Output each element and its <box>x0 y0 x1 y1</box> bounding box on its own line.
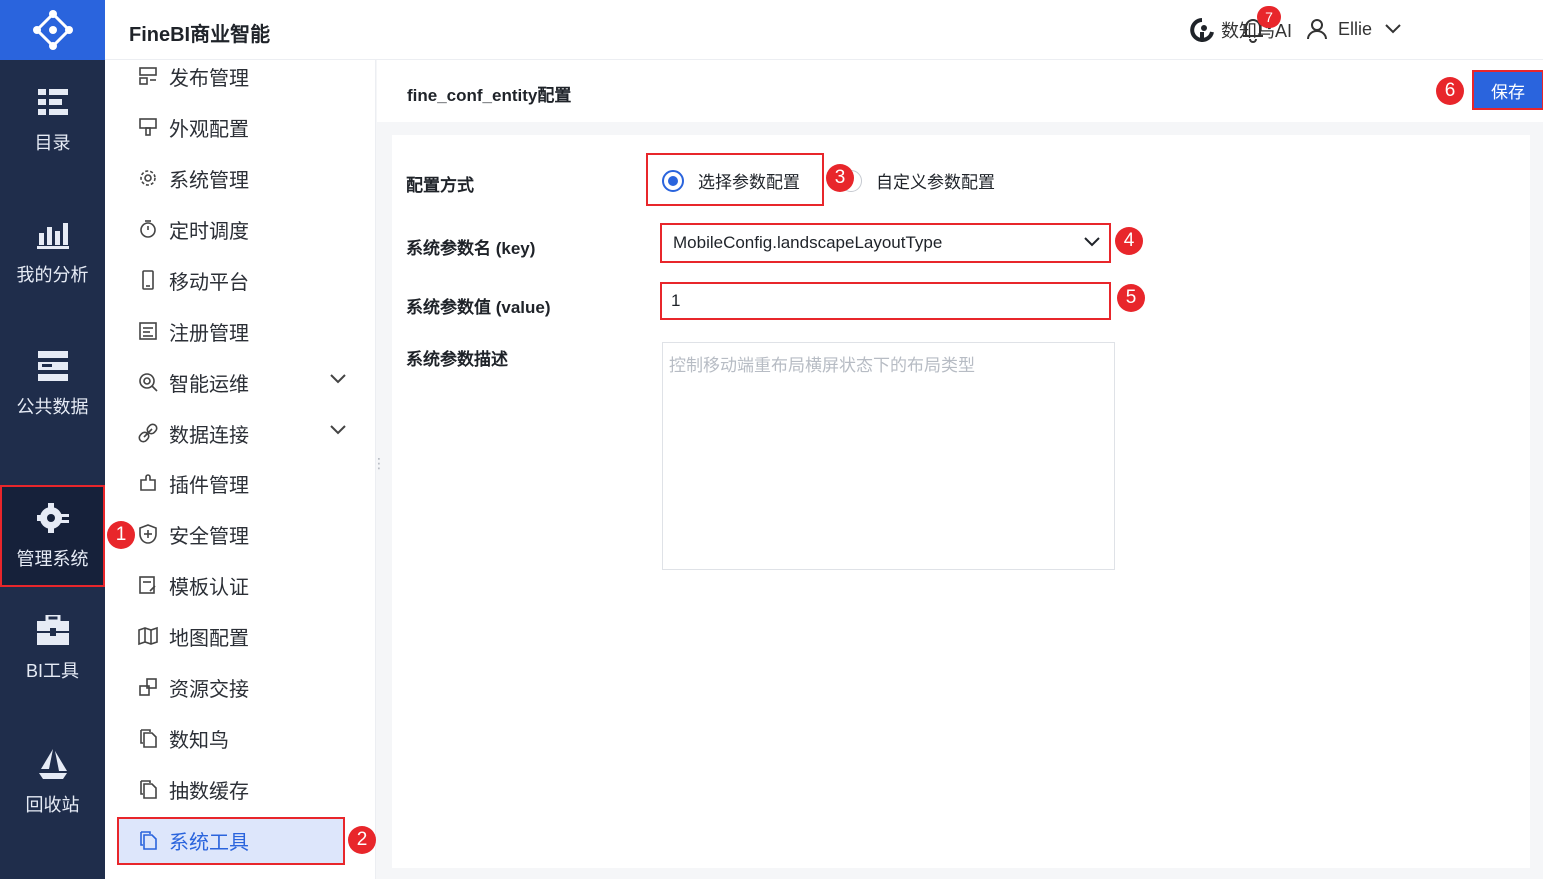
rail-item-catalog[interactable]: 目录 <box>0 70 105 170</box>
annotation-marker: 4 <box>1115 227 1143 255</box>
chevron-down-icon <box>1385 24 1401 34</box>
param-description-textarea[interactable] <box>662 342 1115 570</box>
notification-badge: 7 <box>1257 6 1281 28</box>
rail-item-label: 回收站 <box>25 795 80 815</box>
toolbox-icon <box>36 613 70 647</box>
rail-item-label: 我的分析 <box>16 265 89 285</box>
logo-icon <box>32 10 73 50</box>
copy-icon <box>137 778 159 800</box>
nav-item-resource-transfer[interactable]: 资源交接 <box>137 669 347 705</box>
param-key-select[interactable]: MobileConfig.landscapeLayoutType <box>660 223 1111 263</box>
rail-item-bi-tools[interactable]: BI工具 <box>0 598 105 698</box>
chart-icon <box>36 217 70 251</box>
radio-select-param[interactable]: 选择参数配置 <box>662 168 800 193</box>
link-icon <box>137 422 159 444</box>
plugin-icon <box>137 472 159 494</box>
publish-icon <box>137 65 159 87</box>
user-menu[interactable]: Ellie <box>1306 18 1412 40</box>
palette-icon <box>137 116 159 138</box>
chevron-down-icon[interactable] <box>329 373 347 385</box>
map-icon <box>137 625 159 647</box>
rail-item-public-data[interactable]: 公共数据 <box>0 334 105 434</box>
annotation-marker: 6 <box>1436 77 1464 105</box>
copy-icon <box>137 727 159 749</box>
nav-item-appearance[interactable]: 外观配置 <box>137 109 347 145</box>
nav-item-plugins[interactable]: 插件管理 <box>137 465 347 501</box>
ai-bird-icon <box>1190 18 1214 42</box>
chevron-down-icon <box>1084 237 1100 247</box>
nav-item-register[interactable]: 注册管理 <box>137 313 347 349</box>
nav-item-extract-cache[interactable]: 抽数缓存 <box>137 771 347 807</box>
rail-item-label: BI工具 <box>25 661 79 681</box>
content-header: fine_conf_entity配置 保存 <box>377 60 1543 122</box>
gear-icon <box>137 167 159 189</box>
rail-item-management[interactable]: 管理系统 <box>0 485 105 587</box>
param-value-input[interactable] <box>660 282 1111 320</box>
app-logo[interactable] <box>0 0 105 60</box>
nav-item-system[interactable]: 系统管理 <box>137 160 347 196</box>
maintenance-icon <box>137 371 159 393</box>
nav-item-map[interactable]: 地图配置 <box>137 618 347 654</box>
nav-item-shuzhiniao[interactable]: 数知鸟 <box>137 720 347 756</box>
secondary-nav: 发布管理 外观配置 系统管理 定时调度 移动平台 注册管理 智能运维 数据连接 … <box>105 60 376 879</box>
user-name: Ellie <box>1338 18 1373 39</box>
database-icon <box>36 349 70 383</box>
rail-item-my-analysis[interactable]: 我的分析 <box>0 202 105 302</box>
timer-icon <box>137 218 159 240</box>
chevron-down-icon[interactable] <box>329 424 347 436</box>
rail-item-label: 管理系统 <box>16 549 89 569</box>
mode-label: 配置方式 <box>406 176 474 195</box>
rail-item-recycle-bin[interactable]: 回收站 <box>0 732 105 832</box>
save-button[interactable]: 保存 <box>1472 70 1543 110</box>
nav-item-mobile[interactable]: 移动平台 <box>137 262 347 298</box>
desc-label: 系统参数描述 <box>406 350 508 369</box>
radio-custom-param[interactable]: 自定义参数配置 <box>840 168 995 193</box>
nav-item-publish[interactable]: 发布管理 <box>137 58 347 94</box>
annotation-marker: 2 <box>348 826 376 854</box>
nav-item-template-cert[interactable]: 模板认证 <box>137 567 347 603</box>
user-icon <box>1307 19 1327 40</box>
certificate-icon <box>137 574 159 596</box>
mobile-icon <box>137 269 159 291</box>
key-label: 系统参数名 (key) <box>406 239 536 258</box>
annotation-marker: 5 <box>1117 284 1145 312</box>
nav-item-schedule[interactable]: 定时调度 <box>137 211 347 247</box>
value-label: 系统参数值 (value) <box>406 298 551 317</box>
register-icon <box>137 320 159 342</box>
nav-item-maintenance[interactable]: 智能运维 <box>137 364 347 400</box>
app-title: FineBI商业智能 <box>129 24 271 46</box>
copy-icon <box>137 829 159 851</box>
radio-checked-icon <box>662 169 684 192</box>
transfer-icon <box>137 676 159 698</box>
shield-icon <box>137 523 159 545</box>
left-rail: 目录 我的分析 公共数据 管理系统 BI工具 回收站 <box>0 0 105 879</box>
nav-item-system-tools[interactable]: 系统工具 <box>137 822 347 858</box>
param-key-value: MobileConfig.landscapeLayoutType <box>673 233 943 252</box>
nav-item-data-connection[interactable]: 数据连接 <box>137 415 347 451</box>
gear-icon <box>36 501 70 535</box>
page-title: fine_conf_entity配置 <box>407 86 572 105</box>
annotation-marker: 3 <box>826 164 854 192</box>
nav-item-security[interactable]: 安全管理 <box>137 516 347 552</box>
recycle-icon <box>36 747 70 781</box>
rail-item-label: 公共数据 <box>16 397 89 417</box>
rail-item-label: 目录 <box>34 133 71 153</box>
list-icon <box>36 85 70 119</box>
annotation-marker: 1 <box>107 521 135 549</box>
